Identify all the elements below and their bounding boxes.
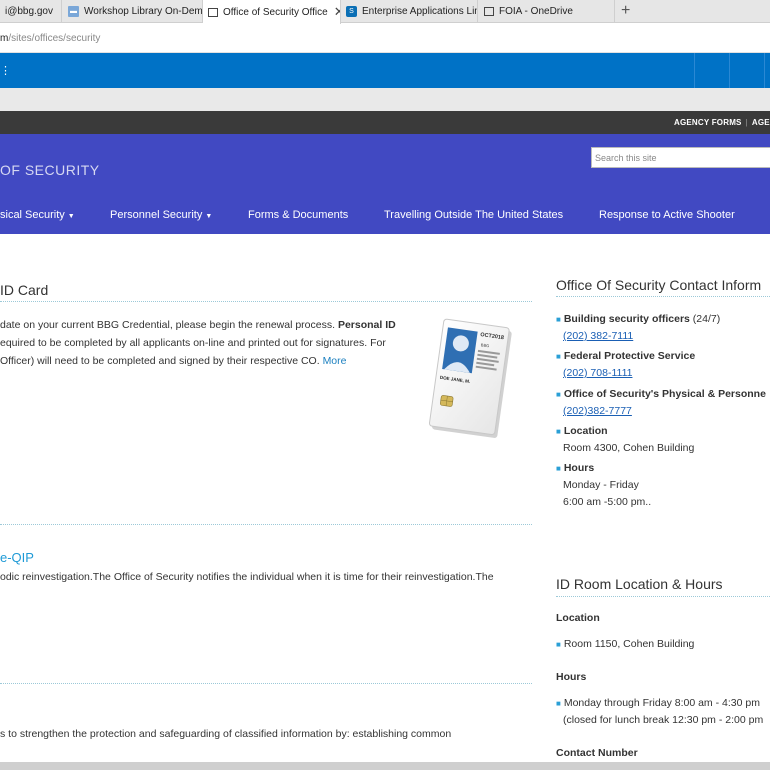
- suite-bar-divider: [764, 53, 765, 88]
- sidebar-divider: [556, 296, 770, 297]
- section-divider: [0, 683, 532, 684]
- page-icon: ▬: [68, 6, 79, 17]
- site-banner: OF SECURITY Search this site sical Secur…: [0, 134, 770, 234]
- link-divider: |: [745, 118, 748, 127]
- browser-tab-office-of-security[interactable]: Office of Security Office ✕: [203, 0, 341, 24]
- bullet-icon: ■: [556, 640, 561, 649]
- id-room-contact-label: Contact Number: [556, 747, 638, 759]
- utility-links-bar: AGENCY FORMS| AGENC: [0, 111, 770, 134]
- bullet-icon: ■: [556, 352, 561, 361]
- agency-link[interactable]: AGENC: [752, 118, 770, 127]
- suite-bar-divider: [694, 53, 695, 88]
- horizontal-scrollbar[interactable]: [0, 762, 770, 770]
- bullet-icon: ■: [556, 315, 561, 324]
- phone-link[interactable]: (202) 382-7111: [563, 330, 633, 342]
- contact-location: ■ Location Room 4300, Cohen Building: [556, 425, 695, 454]
- nav-physical-security[interactable]: sical Security ▼: [0, 209, 75, 221]
- section-title-id-card: ID Card: [0, 282, 49, 298]
- section-divider: [0, 301, 532, 302]
- onedrive-icon: [484, 7, 494, 16]
- chevron-down-icon: ▼: [67, 213, 75, 220]
- phone-link[interactable]: (202) 708-1111: [563, 367, 632, 379]
- phone-link[interactable]: (202)382-7777: [563, 405, 632, 417]
- sharepoint-icon: S: [346, 6, 357, 17]
- ribbon-gap: [0, 88, 770, 111]
- new-tab-button[interactable]: +: [621, 2, 630, 20]
- suite-bar: ⋮: [0, 53, 770, 88]
- browser-tab-workshop-library[interactable]: ▬ Workshop Library On-Dema: [63, 0, 203, 23]
- site-search-input[interactable]: Search this site: [591, 147, 770, 168]
- main-content: ID Card date on your current BBG Credent…: [0, 234, 770, 762]
- id-card-text: date on your current BBG Credential, ple…: [0, 319, 396, 367]
- id-room-location: ■ Room 1150, Cohen Building: [556, 638, 695, 650]
- contact-federal-protective: ■ Federal Protective Service (202) 708-11…: [556, 350, 696, 379]
- site-title[interactable]: OF SECURITY: [0, 162, 100, 178]
- contact-info-title: Office Of Security Contact Inform: [556, 277, 762, 293]
- browser-tab-enterprise-applications[interactable]: S Enterprise Applications Limi: [341, 0, 478, 23]
- eqip-link[interactable]: e-QIP: [0, 550, 34, 565]
- contact-hours: ■ Hours Monday - Friday 6:00 am -5:00 pm.…: [556, 462, 652, 508]
- agency-forms-link[interactable]: AGENCY FORMS: [674, 118, 742, 127]
- id-card-image: OCT2018 BBG DOE JANE, M.: [428, 318, 512, 438]
- sidebar-divider: [556, 596, 770, 597]
- app-launcher-icon[interactable]: ⋮: [0, 64, 11, 77]
- close-icon[interactable]: ✕: [334, 4, 340, 20]
- nav-personnel-security[interactable]: Personnel Security ▼: [110, 209, 212, 221]
- id-room-title: ID Room Location & Hours: [556, 576, 723, 592]
- tab-page-icon: [208, 7, 218, 17]
- classified-info-text: s to strengthen the protection and safeg…: [0, 728, 452, 740]
- contact-physical-personnel: ■ Office of Security's Physical & Personn…: [556, 388, 766, 417]
- bullet-icon: ■: [556, 427, 561, 436]
- browser-tab-foia-onedrive[interactable]: FOIA - OneDrive: [479, 0, 615, 23]
- chevron-down-icon: ▼: [205, 213, 213, 220]
- nav-active-shooter[interactable]: Response to Active Shooter: [599, 209, 735, 221]
- url-text[interactable]: m/sites/offices/security: [0, 33, 100, 44]
- browser-tab-mail[interactable]: i@bbg.gov: [0, 0, 62, 23]
- address-bar[interactable]: m/sites/offices/security: [0, 24, 770, 53]
- id-room-hours-label: Hours: [556, 671, 587, 683]
- suite-bar-divider: [729, 53, 730, 88]
- more-link[interactable]: More: [323, 355, 347, 367]
- nav-forms-documents[interactable]: Forms & Documents: [248, 209, 348, 221]
- bullet-icon: ■: [556, 464, 561, 473]
- section-divider: [0, 524, 532, 525]
- id-room-location-label: Location: [556, 612, 600, 624]
- id-room-hours: ■ Monday through Friday 8:00 am - 4:30 pm…: [556, 697, 764, 726]
- browser-tab-bar: i@bbg.gov ▬ Workshop Library On-Dema Off…: [0, 0, 770, 24]
- bullet-icon: ■: [556, 390, 561, 399]
- eqip-text: odic reinvestigation.The Office of Secur…: [0, 571, 494, 583]
- bullet-icon: ■: [556, 699, 561, 708]
- contact-building-security: ■ Building security officers (24/7) (202)…: [556, 313, 721, 342]
- nav-travelling-outside-us[interactable]: Travelling Outside The United States: [384, 209, 563, 221]
